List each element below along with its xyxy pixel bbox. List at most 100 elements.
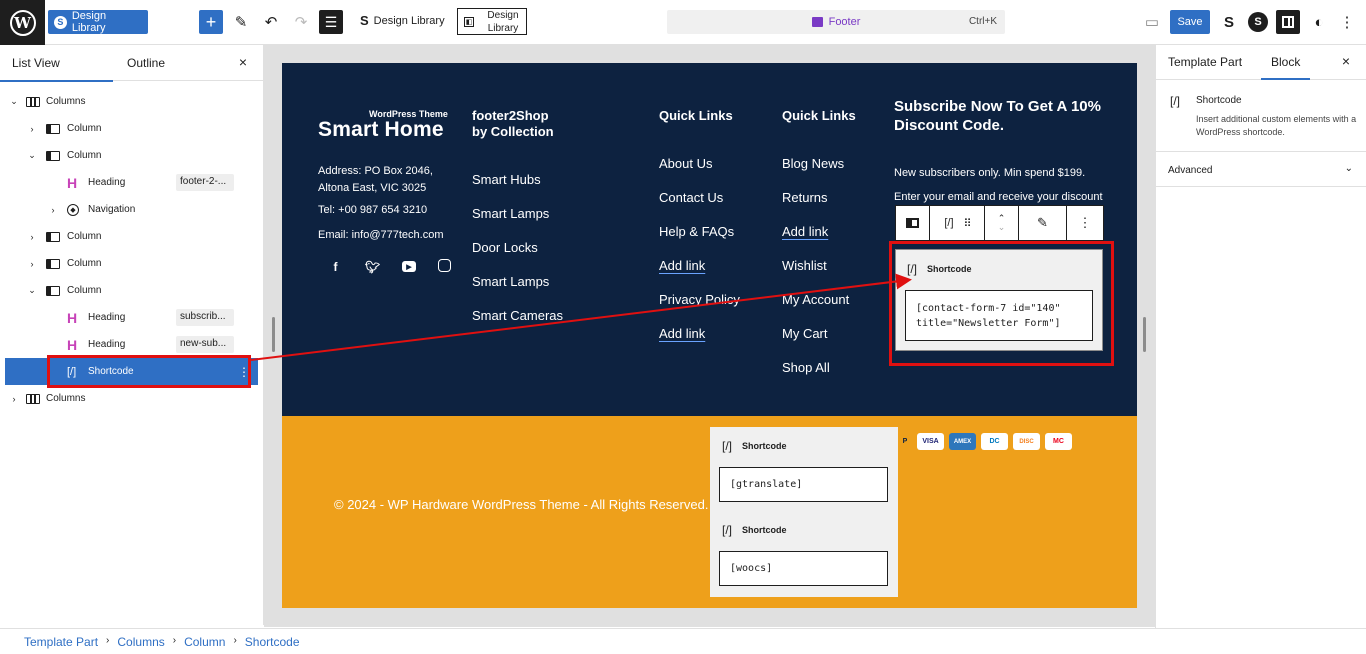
redo-icon[interactable]: ↷	[289, 10, 313, 34]
list-item[interactable]: › Column	[0, 250, 258, 277]
list-item[interactable]: H Heading new-sub...	[0, 331, 258, 358]
footer-link[interactable]: Add link	[659, 326, 740, 360]
add-block-button[interactable]: +	[199, 10, 223, 34]
list-item[interactable]: ⌄ Column	[0, 277, 258, 304]
breadcrumb-columns[interactable]: Columns	[117, 635, 164, 649]
facebook-icon[interactable]: f	[328, 259, 343, 274]
list-item[interactable]: H Heading subscrib...	[0, 304, 258, 331]
footer-link[interactable]: Door Locks	[472, 240, 563, 274]
close-icon[interactable]: ×	[1342, 53, 1350, 69]
footer-link[interactable]: Add link	[782, 224, 849, 258]
stackable-settings-icon[interactable]: S	[1217, 10, 1241, 34]
column-icon	[906, 218, 919, 228]
site-logo-text[interactable]: Smart Home	[318, 118, 444, 142]
settings-panel-toggle[interactable]	[1276, 10, 1300, 34]
footer-link[interactable]: Help & FAQs	[659, 224, 740, 258]
tab-list-view[interactable]: List View	[0, 56, 113, 82]
close-icon[interactable]: ×	[239, 54, 247, 70]
design-library-link[interactable]: S Design Library	[360, 13, 445, 28]
top-toolbar: W S Design Library + ✎ ↶ ↷ ☰ S Design Libr…	[0, 0, 1366, 45]
footer-link[interactable]: My Account	[782, 292, 849, 326]
design-library-box-button[interactable]: ◧ Design Library	[457, 8, 527, 35]
footer-link[interactable]: Smart Hubs	[472, 172, 563, 206]
move-down-icon[interactable]: ⌄	[998, 223, 1006, 232]
chevron-right-icon[interactable]: ›	[27, 232, 37, 242]
styles-contrast-icon[interactable]: ◐	[1307, 10, 1331, 34]
list-item[interactable]: › Column	[0, 115, 258, 142]
twitter-icon[interactable]: 🐦︎	[365, 259, 380, 274]
footer-link[interactable]: Blog News	[782, 156, 849, 190]
footer-link[interactable]: Smart Lamps	[472, 274, 563, 308]
shortcode-title: [/] Shortcode	[722, 439, 787, 453]
anchor-tag: new-sub...	[176, 336, 234, 353]
footer-link[interactable]: Shop All	[782, 360, 849, 394]
footer-link[interactable]: Add link	[659, 258, 740, 292]
list-item[interactable]: › ◆ Navigation	[0, 196, 258, 223]
template-part-icon	[811, 17, 823, 27]
move-buttons[interactable]: ⌃ ⌄	[985, 206, 1019, 240]
pencil-icon[interactable]: ✎	[229, 10, 253, 34]
advanced-panel-toggle[interactable]: Advanced ⌄	[1156, 151, 1366, 187]
tab-outline[interactable]: Outline	[127, 56, 165, 70]
breadcrumb-shortcode: Shortcode	[244, 635, 300, 649]
chevron-down-icon[interactable]: ⌄	[9, 96, 19, 107]
footer-link[interactable]: Wishlist	[782, 258, 849, 292]
chevron-right-icon[interactable]: ›	[9, 394, 19, 404]
list-item[interactable]: ⌄ Columns	[0, 88, 258, 115]
block-title: Shortcode	[1196, 95, 1242, 106]
resize-handle-right[interactable]	[1143, 317, 1146, 352]
footer-link[interactable]: Smart Lamps	[472, 206, 563, 240]
footer-link[interactable]: Returns	[782, 190, 849, 224]
footer-link[interactable]: My Cart	[782, 326, 849, 360]
chevron-down-icon[interactable]: ⌄	[27, 285, 37, 296]
woocs-shortcode-input[interactable]: [woocs]	[719, 551, 888, 586]
youtube-icon[interactable]: ▶	[402, 261, 416, 272]
instagram-icon[interactable]	[438, 259, 451, 272]
wordpress-logo-button[interactable]: W	[0, 0, 45, 45]
tab-template-part[interactable]: Template Part	[1168, 55, 1242, 69]
block-type-button[interactable]: [/] ⠿	[930, 206, 985, 240]
anchor-tag: subscrib...	[176, 309, 234, 326]
resize-handle-left[interactable]	[272, 317, 275, 352]
paypal-icon: P	[902, 438, 908, 445]
footer-link[interactable]: About Us	[659, 156, 740, 190]
list-item[interactable]: ⌄ Column	[0, 142, 258, 169]
drag-handle-icon[interactable]: ⠿	[964, 217, 972, 230]
column-icon	[46, 231, 60, 242]
column-icon	[46, 123, 60, 134]
plugin-s-icon[interactable]: S	[1248, 12, 1268, 32]
chevron-right-icon[interactable]: ›	[27, 124, 37, 134]
library-icon: ◧	[464, 17, 474, 27]
heading-icon: H	[67, 174, 78, 191]
chevron-right-icon[interactable]: ›	[27, 259, 37, 269]
list-item[interactable]: H Heading footer-2-...	[0, 169, 258, 196]
document-overview-button[interactable]: ☰	[319, 10, 343, 34]
footer-link[interactable]: Contact Us	[659, 190, 740, 224]
chevron-right-icon: ›	[172, 635, 177, 646]
preview-device-icon[interactable]: ▭	[1140, 10, 1164, 34]
block-options-button[interactable]: ⋮	[1067, 206, 1103, 240]
footer-link[interactable]: Privacy Policy	[659, 292, 740, 326]
diners-icon: DC	[981, 433, 1008, 450]
undo-icon[interactable]: ↶	[259, 10, 283, 34]
chevron-down-icon[interactable]: ⌄	[27, 150, 37, 161]
tab-block[interactable]: Block	[1260, 55, 1311, 80]
design-library-button[interactable]: S Design Library	[48, 10, 148, 34]
breadcrumb-template-part[interactable]: Template Part	[24, 635, 98, 649]
pin-button[interactable]: ✎	[1019, 206, 1067, 240]
parent-select-button[interactable]	[896, 206, 930, 240]
column-icon	[46, 258, 60, 269]
address: Address: PO Box 2046, Altona East, VIC 3…	[318, 165, 433, 194]
breadcrumb-column[interactable]: Column	[184, 635, 225, 649]
footer-link[interactable]: Smart Cameras	[472, 308, 563, 342]
heading-icon: H	[67, 309, 78, 326]
chevron-right-icon[interactable]: ›	[48, 205, 58, 215]
list-item[interactable]: › Columns	[0, 385, 258, 412]
shortcode-icon: [/]	[944, 217, 954, 229]
list-item[interactable]: › Column	[0, 223, 258, 250]
options-menu-icon[interactable]: ⋮	[1335, 10, 1359, 34]
gtranslate-shortcode-input[interactable]: [gtranslate]	[719, 467, 888, 502]
navigation-icon: ◆	[67, 203, 79, 216]
command-palette[interactable]: Footer Ctrl+K	[667, 10, 1005, 34]
save-button[interactable]: Save	[1170, 10, 1210, 34]
